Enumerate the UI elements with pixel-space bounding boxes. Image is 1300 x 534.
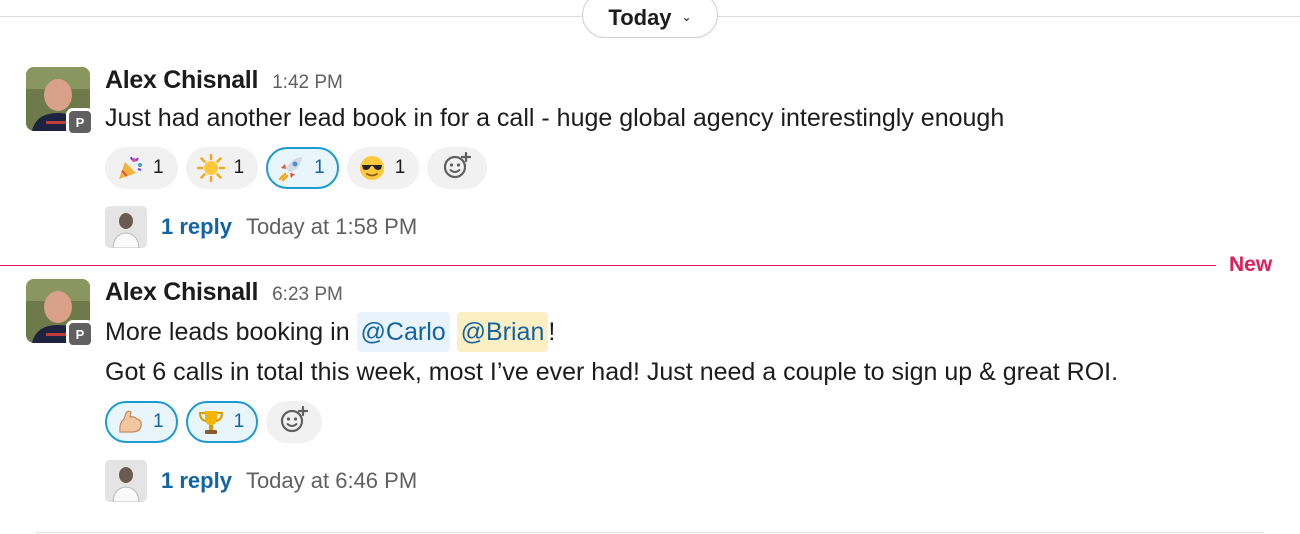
mention-brian[interactable]: @Brian (456, 312, 549, 352)
reactions-bar: 1 1 1 1 (105, 147, 488, 189)
reaction-flexed-biceps[interactable]: 1 (105, 401, 178, 443)
reaction-count: 1 (233, 157, 245, 178)
reaction-count: 1 (153, 411, 164, 432)
replier-avatar (105, 206, 147, 248)
reply-count-link[interactable]: 1 reply (161, 214, 232, 240)
author-name[interactable]: Alex Chisnall (105, 278, 258, 307)
last-reply-time: Today at 6:46 PM (245, 468, 418, 493)
author-name[interactable]: Alex Chisnall (105, 66, 258, 95)
reply-count-link[interactable]: 1 reply (161, 468, 232, 494)
reaction-count: 1 (314, 157, 325, 178)
reactions-bar: 1 1 (105, 401, 323, 443)
flexed-biceps-icon (115, 407, 145, 437)
reaction-rocket[interactable]: 1 (266, 147, 339, 189)
reaction-party-popper[interactable]: 1 (105, 147, 178, 189)
reaction-trophy[interactable]: 1 (185, 401, 259, 443)
day-divider-button[interactable]: Today ⌄ (582, 0, 718, 38)
text-fragment: ! (548, 318, 556, 346)
replier-avatar (105, 460, 147, 502)
trophy-icon (196, 407, 226, 437)
reaction-count: 1 (153, 157, 164, 178)
rocket-icon (276, 153, 306, 183)
divider-line (36, 532, 1264, 533)
reaction-count: 1 (394, 157, 406, 178)
sunglasses-face-icon (357, 153, 387, 183)
presence-badge: P (66, 320, 94, 348)
party-popper-icon (115, 153, 145, 183)
new-messages-label: New (1229, 253, 1273, 276)
reaction-sun[interactable]: 1 (185, 147, 259, 189)
new-messages-line (0, 265, 1216, 266)
thread-summary[interactable]: 1 reply Today at 6:46 PM (105, 460, 417, 502)
day-divider-label: Today (608, 5, 672, 30)
message-text-line-2: Got 6 calls in total this week, most I’v… (105, 358, 1119, 386)
mention-carlo[interactable]: @Carlo (356, 312, 450, 352)
timestamp[interactable]: 1:42 PM (272, 72, 343, 94)
presence-badge: P (66, 108, 94, 136)
message-text-line-1: More leads booking in @Carlo @Brian! (105, 312, 555, 352)
timestamp[interactable]: 6:23 PM (272, 284, 343, 306)
reaction-count: 1 (233, 411, 245, 432)
text-fragment: More leads booking in (105, 318, 357, 346)
last-reply-time: Today at 1:58 PM (245, 214, 418, 239)
chevron-down-icon: ⌄ (681, 10, 692, 24)
add-reaction-icon (279, 405, 309, 440)
sun-icon (196, 153, 226, 183)
add-reaction-icon (442, 151, 472, 186)
thread-summary[interactable]: 1 reply Today at 1:58 PM (105, 206, 417, 248)
add-reaction-button[interactable] (266, 401, 323, 443)
reaction-sunglasses[interactable]: 1 (346, 147, 420, 189)
message-text: Just had another lead book in for a call… (105, 104, 1005, 132)
add-reaction-button[interactable] (427, 147, 488, 189)
